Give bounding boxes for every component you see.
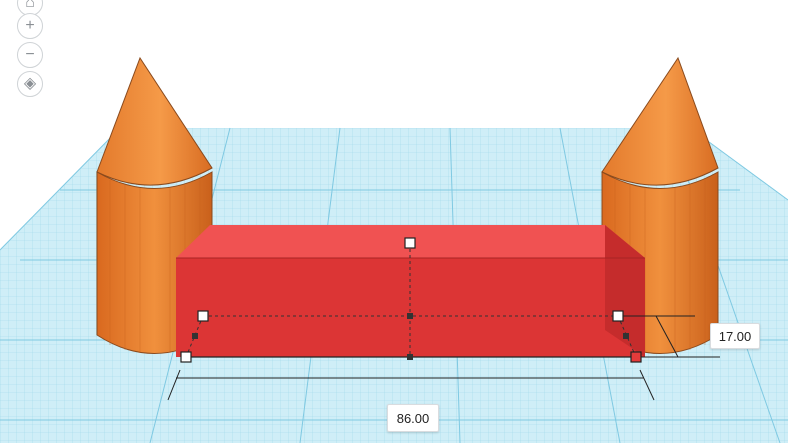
height-dimension-value: 17.00 xyxy=(718,328,752,344)
height-handle[interactable] xyxy=(404,237,416,249)
height-dimension-field[interactable]: 17.00 xyxy=(710,323,760,349)
design-viewport[interactable]: ⌂ + − ◈ 17.00 86.00 xyxy=(0,0,788,443)
zoom-out-icon[interactable]: − xyxy=(17,42,43,68)
corner-handle[interactable] xyxy=(612,310,624,322)
length-dimension-value: 86.00 xyxy=(396,410,430,426)
length-dimension-field[interactable]: 86.00 xyxy=(387,404,439,432)
home-glyph: ⌂ xyxy=(25,0,35,11)
corner-handle[interactable] xyxy=(197,310,209,322)
view-cube-icon[interactable]: ◈ xyxy=(17,71,43,97)
workplane-scene[interactable] xyxy=(0,0,788,443)
corner-handle[interactable] xyxy=(180,351,192,363)
zoom-out-glyph: − xyxy=(25,46,35,63)
view-cube-glyph: ◈ xyxy=(23,75,37,92)
zoom-in-glyph: + xyxy=(25,17,35,34)
zoom-in-icon[interactable]: + xyxy=(17,13,43,39)
corner-handle-active[interactable] xyxy=(630,351,642,363)
